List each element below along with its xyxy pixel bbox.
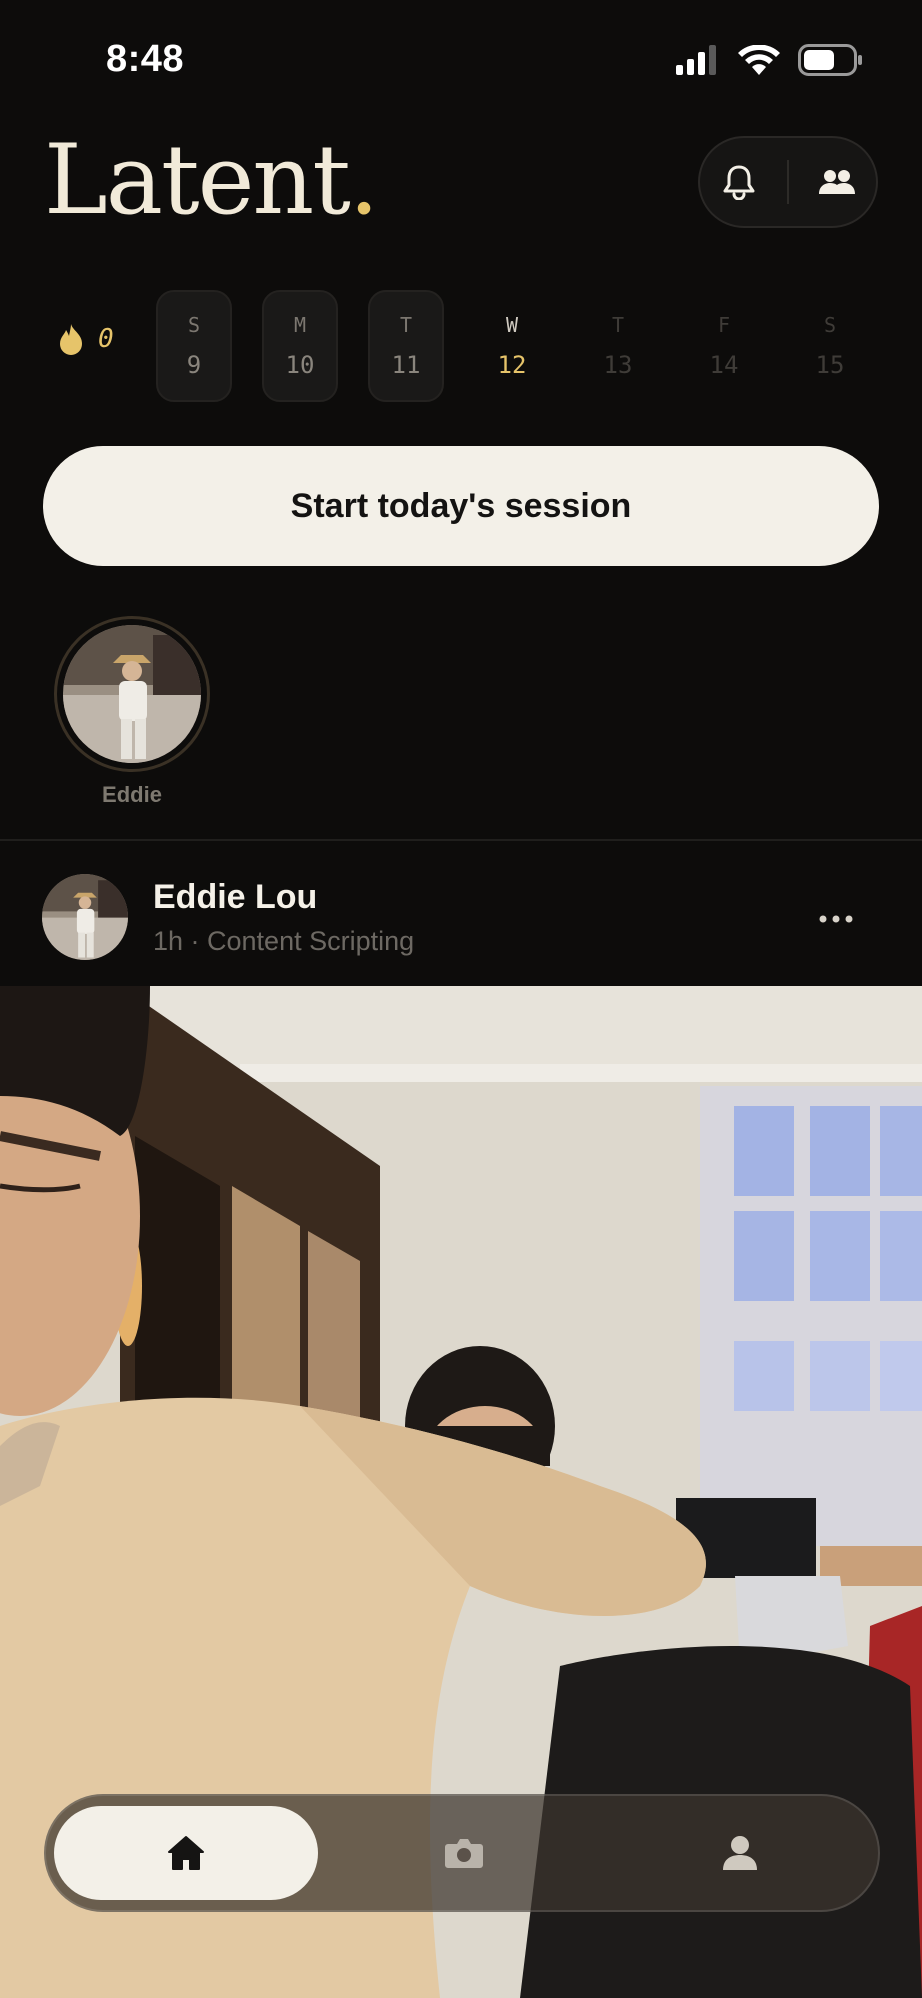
day-of-week: F [717, 313, 731, 337]
logo-dot: . [348, 124, 379, 236]
day-thursday: T 13 [580, 290, 656, 402]
day-number: 9 [186, 351, 202, 379]
day-saturday: S 15 [792, 290, 868, 402]
status-time: 8:48 [106, 38, 185, 80]
logo-text: Latent [44, 124, 351, 236]
profile-icon [723, 1836, 757, 1870]
day-number: 12 [497, 351, 527, 379]
post-meta: 1h · Content Scripting [153, 926, 415, 956]
tab-home[interactable] [54, 1806, 318, 1900]
day-of-week: T [399, 313, 413, 337]
streak-counter: 0 [58, 322, 114, 356]
status-bar: 8:48 [0, 0, 922, 120]
day-number: 10 [285, 351, 315, 379]
day-number: 14 [709, 351, 739, 379]
day-of-week: S [823, 313, 837, 337]
flame-icon [60, 324, 82, 355]
app-logo: Latent. [44, 124, 379, 236]
tab-bar [44, 1794, 880, 1912]
day-of-week: T [611, 313, 625, 337]
status-icons [676, 44, 864, 76]
avatar [42, 874, 128, 960]
post-author-avatar[interactable] [42, 874, 128, 960]
day-sunday[interactable]: S 9 [156, 290, 232, 402]
day-number: 11 [391, 351, 421, 379]
friends-button[interactable] [807, 152, 867, 212]
header-actions-divider [787, 160, 789, 204]
tab-profile[interactable] [608, 1806, 872, 1900]
camera-icon [445, 1839, 483, 1868]
home-icon [168, 1836, 204, 1870]
bell-icon [723, 165, 755, 200]
tab-camera[interactable] [332, 1806, 596, 1900]
more-horizontal-icon [819, 915, 853, 923]
friends-icon [819, 170, 855, 194]
notifications-button[interactable] [709, 152, 769, 212]
day-of-week: S [187, 313, 201, 337]
avatar [63, 625, 201, 763]
cellular-icon [676, 45, 716, 75]
battery-icon [798, 44, 862, 76]
streak-count: 0 [98, 324, 114, 354]
feed-divider [0, 839, 922, 841]
start-session-button[interactable]: Start today's session [43, 446, 879, 566]
day-friday: F 14 [686, 290, 762, 402]
day-number: 13 [603, 351, 633, 379]
post-more-button[interactable] [806, 894, 866, 944]
header-actions [698, 136, 878, 228]
story-item[interactable]: Eddie [54, 616, 210, 808]
story-ring [54, 616, 210, 772]
day-wednesday[interactable]: W 12 [474, 290, 550, 402]
day-of-week: W [505, 313, 519, 337]
day-of-week: M [293, 313, 307, 337]
day-number: 15 [815, 351, 845, 379]
day-monday[interactable]: M 10 [262, 290, 338, 402]
wifi-icon [738, 45, 780, 75]
day-tuesday[interactable]: T 11 [368, 290, 444, 402]
story-name: Eddie [102, 782, 162, 807]
post-author-name[interactable]: Eddie Lou [153, 878, 317, 917]
